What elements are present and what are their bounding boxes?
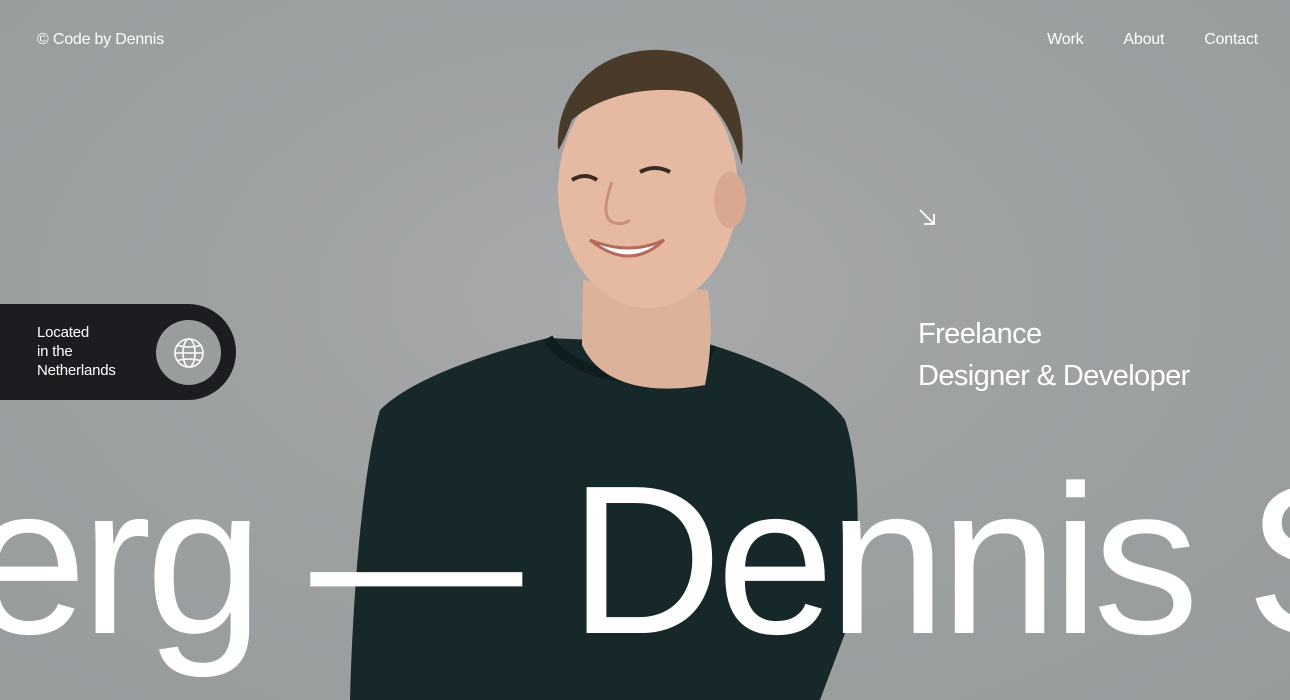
role-title: Freelance Designer & Developer — [918, 313, 1190, 397]
nav-link-contact[interactable]: Contact — [1204, 31, 1258, 49]
location-line-1: Located — [37, 324, 89, 341]
site-logo[interactable]: © Code by Dennis — [37, 31, 164, 49]
main-nav: Work About Contact — [1047, 31, 1258, 49]
location-line-3: Netherlands — [37, 362, 116, 379]
globe-icon — [173, 337, 204, 368]
nav-link-work[interactable]: Work — [1047, 31, 1083, 49]
arrow-down-right-icon — [919, 209, 935, 225]
nav-link-about[interactable]: About — [1123, 31, 1164, 49]
globe-button — [156, 320, 221, 385]
location-badge: Located in the Netherlands — [0, 304, 236, 400]
role-line-1: Freelance — [918, 318, 1042, 350]
role-line-2: Designer & Developer — [918, 360, 1190, 392]
location-text: Located in the Netherlands — [37, 323, 147, 380]
hero-page: © Code by Dennis Work About Contact Loca… — [0, 0, 1290, 700]
location-line-2: in the — [37, 343, 73, 360]
